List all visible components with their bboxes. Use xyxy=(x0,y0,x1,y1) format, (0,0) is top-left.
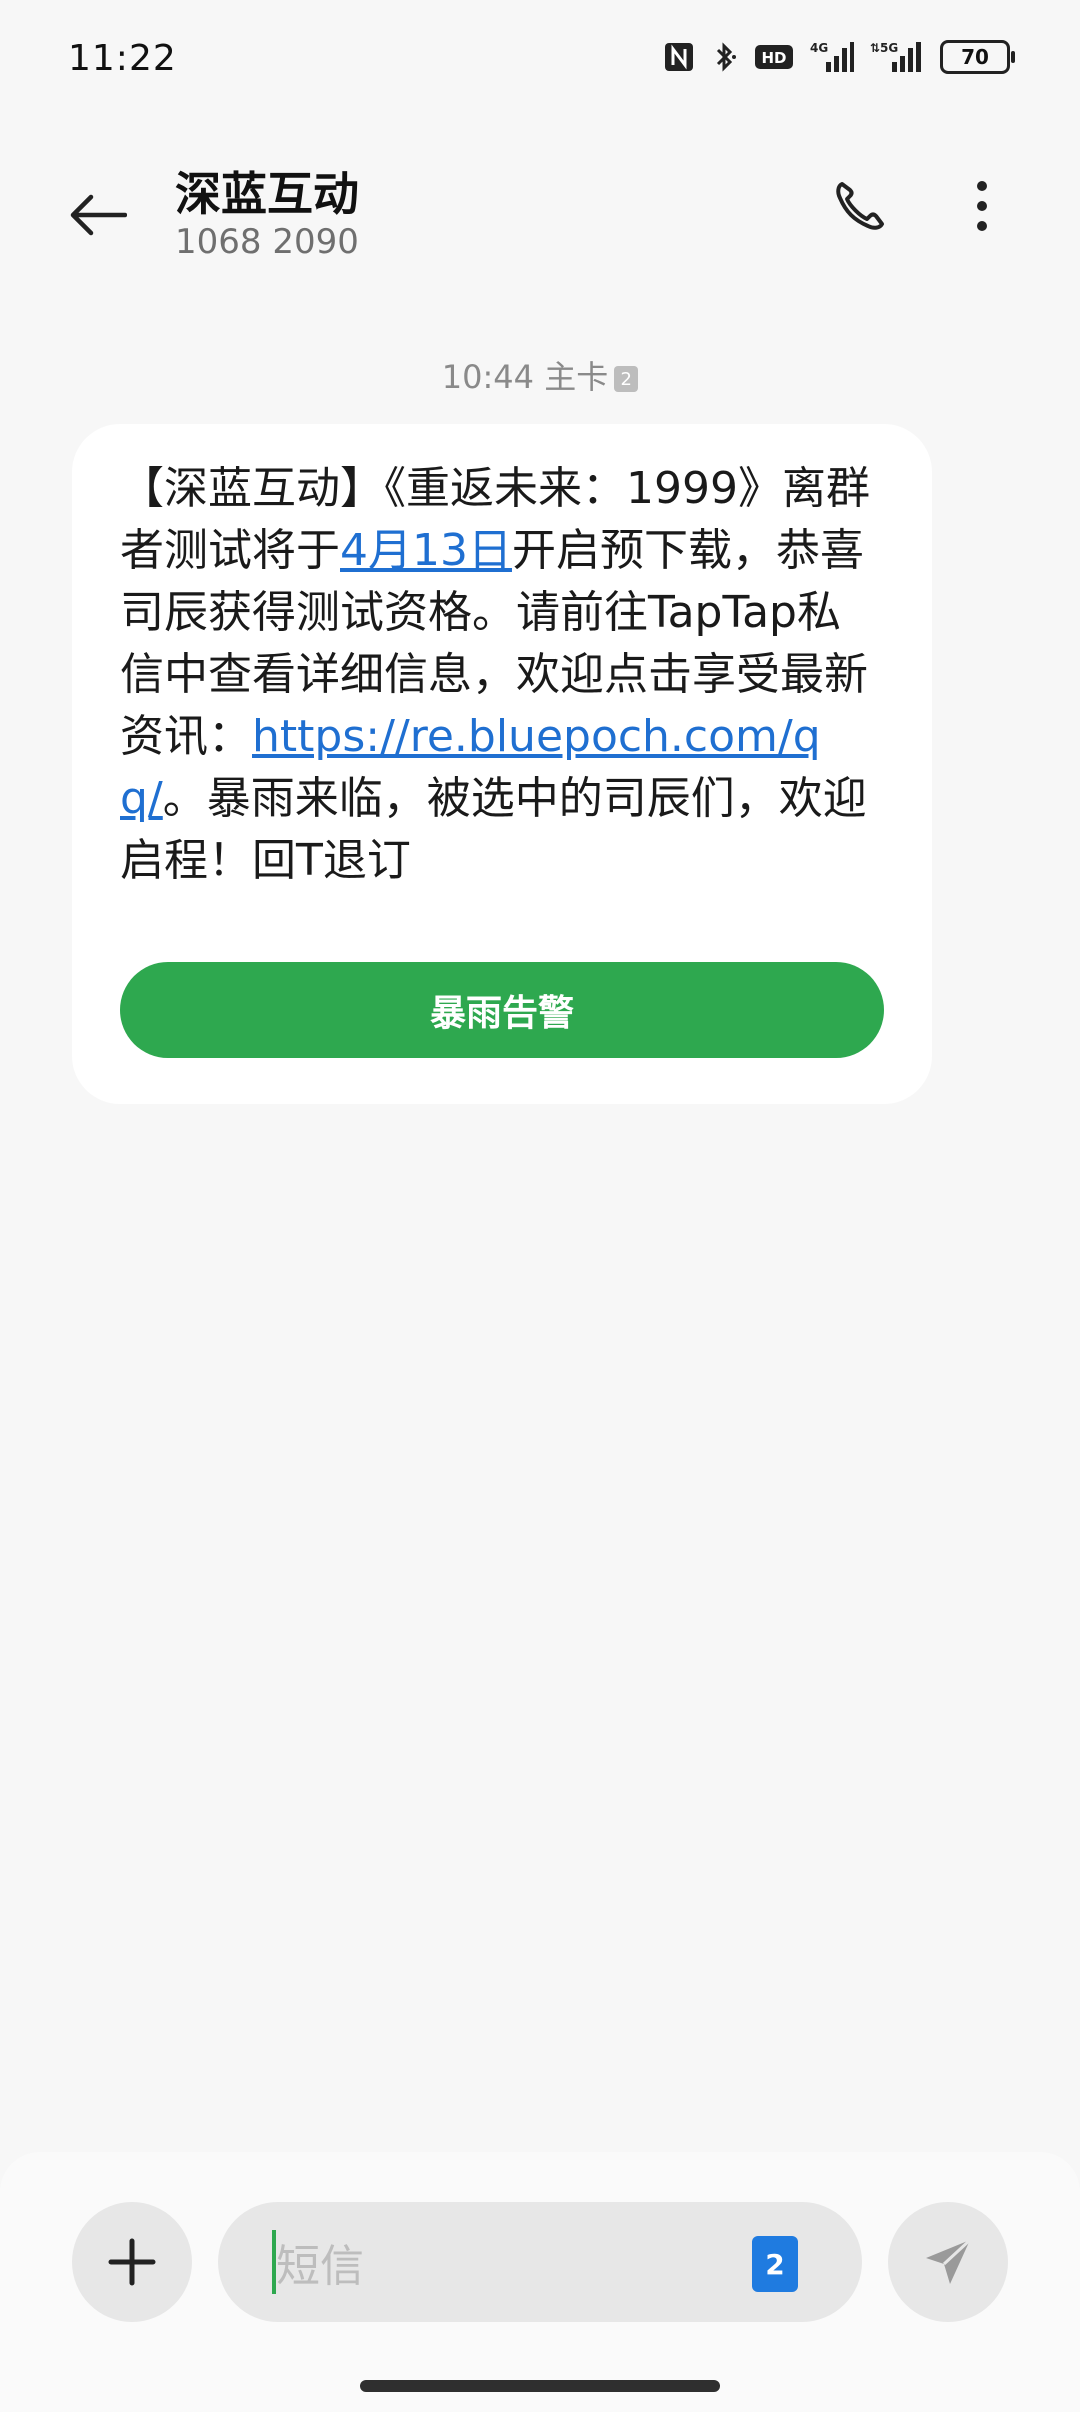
svg-text:HD: HD xyxy=(761,49,786,67)
arrow-left-icon xyxy=(70,194,127,236)
home-indicator[interactable] xyxy=(360,2380,720,2392)
svg-text:⇅5G: ⇅5G xyxy=(870,41,898,55)
call-button[interactable] xyxy=(828,174,892,238)
more-vert-icon xyxy=(977,181,987,231)
message-text: 【深蓝互动】《重返未来：1999》离群者测试将于4月13日开启预下载，恭喜司辰获… xyxy=(120,458,884,892)
input-placeholder: 短信 xyxy=(276,2241,364,2292)
attach-button[interactable] xyxy=(72,2202,192,2322)
svg-text:4G: 4G xyxy=(810,41,828,55)
message-timestamp: 10:44 主卡 2 xyxy=(0,352,1080,398)
phone-icon xyxy=(836,182,884,230)
status-bar: 11:22 HD 4G ⇅5G 70 xyxy=(0,0,1080,124)
signal-4g-icon: 4G xyxy=(808,40,854,74)
plus-icon xyxy=(108,2238,156,2286)
signal-5g-icon: ⇅5G xyxy=(868,40,926,74)
conversation-header: 深蓝互动 1068 2090 xyxy=(0,140,1080,280)
date-link[interactable]: 4月13日 xyxy=(340,525,512,576)
status-time: 11:22 xyxy=(68,38,177,79)
composer-panel: 短信 2 xyxy=(0,2152,1080,2412)
contact-name: 深蓝互动 xyxy=(175,167,359,221)
back-button[interactable] xyxy=(62,180,132,250)
hd-icon: HD xyxy=(754,42,794,72)
message-input[interactable]: 短信 2 xyxy=(218,2202,862,2322)
contact-number: 1068 2090 xyxy=(175,222,359,262)
send-button[interactable] xyxy=(888,2202,1008,2322)
send-icon xyxy=(926,2238,972,2284)
message-bubble[interactable]: 【深蓝互动】《重返未来：1999》离群者测试将于4月13日开启预下载，恭喜司辰获… xyxy=(72,424,932,1104)
status-icons: HD 4G ⇅5G 70 xyxy=(662,40,1015,74)
bluetooth-icon xyxy=(710,40,740,74)
sim-badge-icon: 2 xyxy=(614,366,639,392)
nfc-icon xyxy=(662,40,696,74)
storm-alert-button[interactable]: 暴雨告警 xyxy=(120,962,884,1058)
timestamp-text: 10:44 主卡 xyxy=(441,358,609,396)
message-suffix: 。暴雨来临，被选中的司辰们，欢迎启程！回T退订 xyxy=(120,773,867,886)
sim-select-icon[interactable]: 2 xyxy=(752,2236,798,2292)
battery-icon: 70 xyxy=(940,40,1015,74)
more-options-button[interactable] xyxy=(962,174,1002,238)
